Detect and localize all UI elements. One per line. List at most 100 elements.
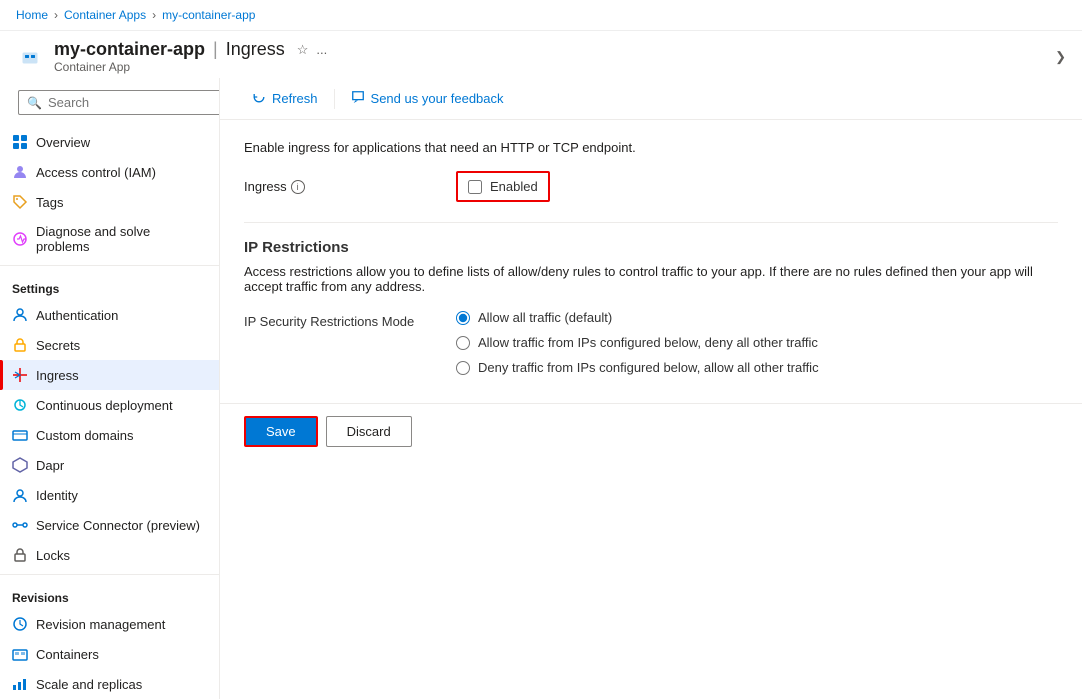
breadcrumb-home[interactable]: Home	[16, 8, 48, 22]
sidebar-item-diagnose[interactable]: Diagnose and solve problems	[0, 217, 219, 261]
enabled-label[interactable]: Enabled	[490, 179, 538, 194]
radio-allow-all-label: Allow all traffic (default)	[478, 310, 612, 325]
content-body: Enable ingress for applications that nee…	[220, 120, 1082, 403]
page-title: Ingress	[226, 39, 285, 60]
settings-section-label: Settings	[0, 270, 219, 300]
sidebar-item-scale-replicas[interactable]: Scale and replicas	[0, 669, 219, 699]
sidebar-item-diagnose-label: Diagnose and solve problems	[36, 224, 207, 254]
revisions-section-label: Revisions	[0, 579, 219, 609]
sidebar-item-authentication-label: Authentication	[36, 308, 118, 323]
overview-icon	[12, 134, 28, 150]
breadcrumb-app-name[interactable]: my-container-app	[162, 8, 255, 22]
sidebar-item-containers-label: Containers	[36, 647, 99, 662]
ingress-enabled-checkbox[interactable]	[468, 180, 482, 194]
tags-icon	[12, 194, 28, 210]
app-icon	[16, 43, 44, 71]
radio-deny-configured-label: Deny traffic from IPs configured below, …	[478, 360, 819, 375]
radio-allow-all[interactable]: Allow all traffic (default)	[456, 310, 819, 325]
sidebar-item-dapr[interactable]: Dapr	[0, 450, 219, 480]
radio-deny-configured-input[interactable]	[456, 361, 470, 375]
sidebar-item-custom-domains-label: Custom domains	[36, 428, 134, 443]
sidebar-item-continuous-deployment-label: Continuous deployment	[36, 398, 173, 413]
sidebar-item-dapr-label: Dapr	[36, 458, 64, 473]
refresh-icon	[252, 90, 266, 107]
revision-icon	[12, 616, 28, 632]
title-group: my-container-app | Ingress ☆ ... Contain…	[54, 39, 327, 74]
header-icons: ☆ ...	[297, 42, 328, 58]
ip-restrictions-section: IP Restrictions Access restrictions allo…	[244, 239, 1058, 375]
locks-icon	[12, 547, 28, 563]
sidebar-item-containers[interactable]: Containers	[0, 639, 219, 669]
sidebar-item-custom-domains[interactable]: Custom domains	[0, 420, 219, 450]
feedback-label: Send us your feedback	[371, 91, 504, 106]
ip-mode-row: IP Security Restrictions Mode Allow all …	[244, 310, 1058, 375]
auth-icon	[12, 307, 28, 323]
breadcrumb: Home › Container Apps › my-container-app	[0, 0, 1082, 31]
breadcrumb-container-apps[interactable]: Container Apps	[64, 8, 146, 22]
sidebar-item-secrets[interactable]: Secrets	[0, 330, 219, 360]
ingress-form-row: Ingress i Enabled	[244, 171, 1058, 202]
domains-icon	[12, 427, 28, 443]
sidebar-item-scale-replicas-label: Scale and replicas	[36, 677, 142, 692]
enabled-checkbox-wrapper: Enabled	[456, 171, 550, 202]
dapr-icon	[12, 457, 28, 473]
ip-mode-radio-group: Allow all traffic (default) Allow traffi…	[456, 310, 819, 375]
scale-icon	[12, 676, 28, 692]
ingress-icon	[12, 367, 28, 383]
containers-icon	[12, 646, 28, 662]
connector-icon	[12, 517, 28, 533]
sidebar-item-access-label: Access control (IAM)	[36, 165, 156, 180]
expand-panel-icon[interactable]: ❯	[1055, 49, 1066, 65]
secrets-icon	[12, 337, 28, 353]
refresh-button[interactable]: Refresh	[244, 86, 326, 111]
sidebar-item-revision-management[interactable]: Revision management	[0, 609, 219, 639]
sidebar-item-tags-label: Tags	[36, 195, 63, 210]
more-options-icon[interactable]: ...	[316, 42, 327, 57]
toolbar-divider	[334, 89, 335, 109]
sidebar-item-locks-label: Locks	[36, 548, 70, 563]
nav-divider-1	[0, 265, 219, 266]
save-button[interactable]: Save	[244, 416, 318, 447]
search-input[interactable]	[48, 95, 220, 110]
app-subtitle: Container App	[54, 60, 327, 74]
ingress-label: Ingress i	[244, 179, 444, 194]
ip-restrictions-desc: Access restrictions allow you to define …	[244, 264, 1058, 294]
favorite-icon[interactable]: ☆	[297, 42, 309, 58]
sidebar-item-revision-management-label: Revision management	[36, 617, 165, 632]
sidebar-item-service-connector[interactable]: Service Connector (preview)	[0, 510, 219, 540]
sidebar-item-overview[interactable]: Overview	[0, 127, 219, 157]
radio-allow-configured-label: Allow traffic from IPs configured below,…	[478, 335, 818, 350]
sidebar-item-access-control[interactable]: Access control (IAM)	[0, 157, 219, 187]
app-header: my-container-app | Ingress ☆ ... Contain…	[0, 31, 1082, 78]
sidebar-item-service-connector-label: Service Connector (preview)	[36, 518, 200, 533]
sidebar: 🔍 « Overview Access control (IAM) Tags	[0, 78, 220, 699]
access-icon	[12, 164, 28, 180]
ingress-info-icon[interactable]: i	[291, 180, 305, 194]
sidebar-item-identity[interactable]: Identity	[0, 480, 219, 510]
search-icon: 🔍	[27, 96, 42, 110]
feedback-button[interactable]: Send us your feedback	[343, 86, 512, 111]
radio-allow-all-input[interactable]	[456, 311, 470, 325]
footer-bar: Save Discard	[220, 403, 1082, 459]
sidebar-item-tags[interactable]: Tags	[0, 187, 219, 217]
sidebar-item-ingress[interactable]: Ingress	[0, 360, 219, 390]
ip-mode-label: IP Security Restrictions Mode	[244, 310, 444, 329]
toolbar: Refresh Send us your feedback	[220, 78, 1082, 120]
separator: |	[213, 39, 218, 60]
radio-allow-configured-input[interactable]	[456, 336, 470, 350]
sidebar-item-authentication[interactable]: Authentication	[0, 300, 219, 330]
diagnose-icon	[12, 231, 28, 247]
sidebar-item-identity-label: Identity	[36, 488, 78, 503]
sidebar-item-continuous-deployment[interactable]: Continuous deployment	[0, 390, 219, 420]
feedback-icon	[351, 90, 365, 107]
ip-restrictions-title: IP Restrictions	[244, 239, 1058, 256]
search-box[interactable]: 🔍	[18, 90, 220, 115]
deploy-icon	[12, 397, 28, 413]
sidebar-item-locks[interactable]: Locks	[0, 540, 219, 570]
discard-button[interactable]: Discard	[326, 416, 412, 447]
radio-allow-configured[interactable]: Allow traffic from IPs configured below,…	[456, 335, 819, 350]
radio-deny-configured[interactable]: Deny traffic from IPs configured below, …	[456, 360, 819, 375]
nav-divider-2	[0, 574, 219, 575]
content-area: Refresh Send us your feedback Enable ing…	[220, 78, 1082, 699]
sidebar-item-overview-label: Overview	[36, 135, 90, 150]
